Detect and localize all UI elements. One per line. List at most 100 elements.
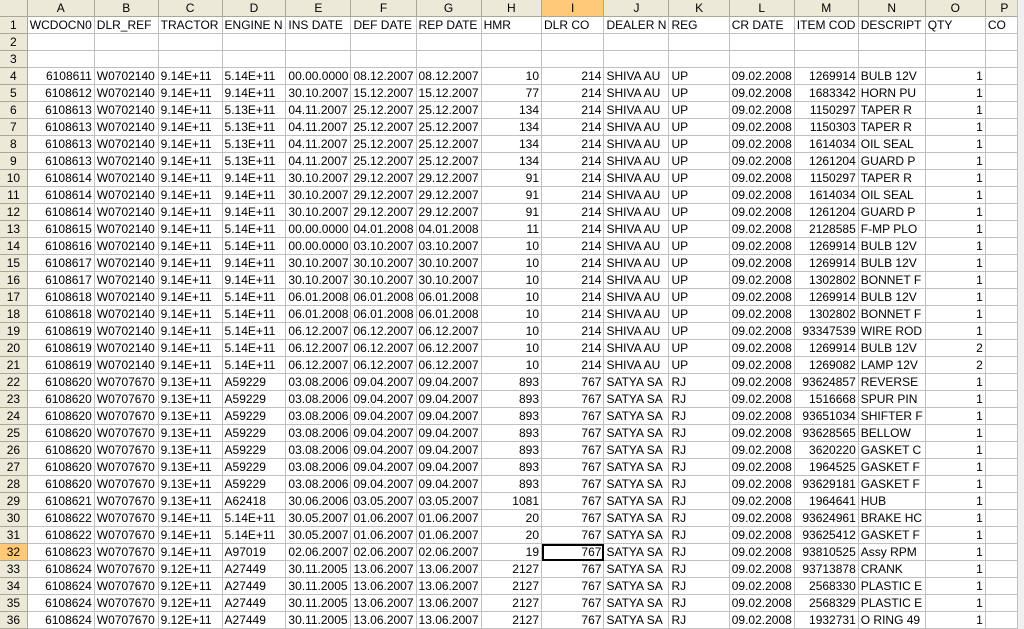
cell-a35[interactable]: 6108624 — [27, 594, 95, 612]
cell-j17[interactable]: SHIVA AU — [603, 288, 670, 306]
cell-k1[interactable]: REG — [668, 16, 730, 34]
cell-a16[interactable]: 6108617 — [27, 271, 95, 289]
cell-i8[interactable]: 214 — [541, 135, 605, 153]
cell-h33[interactable]: 2127 — [481, 560, 543, 578]
cell-a27[interactable]: 6108620 — [27, 458, 95, 476]
cell-k11[interactable]: UP — [668, 186, 730, 204]
row-header-15[interactable]: 15 — [0, 254, 28, 272]
cell-m19[interactable]: 93347539 — [794, 322, 859, 340]
cell-d12[interactable]: 9.14E+11 — [222, 203, 287, 221]
cell-k8[interactable]: UP — [668, 135, 730, 153]
cell-a22[interactable]: 6108620 — [27, 373, 95, 391]
cell-b9[interactable]: W0702140 — [94, 152, 159, 170]
cell-h4[interactable]: 10 — [481, 67, 543, 85]
cell-e20[interactable]: 06.12.2007 — [285, 339, 352, 357]
cell-m3[interactable] — [794, 50, 859, 68]
cell-k27[interactable]: RJ — [668, 458, 730, 476]
cell-e4[interactable]: 00.00.0000 — [285, 67, 352, 85]
cell-c21[interactable]: 9.14E+11 — [158, 356, 223, 374]
cell-h12[interactable]: 91 — [481, 203, 543, 221]
cell-n12[interactable]: GUARD P — [858, 203, 926, 221]
cell-n33[interactable]: CRANK — [858, 560, 926, 578]
cell-a29[interactable]: 6108621 — [27, 492, 95, 510]
cell-i32[interactable]: 767 — [541, 543, 605, 561]
cell-h29[interactable]: 1081 — [481, 492, 543, 510]
row-header-6[interactable]: 6 — [0, 101, 28, 119]
column-header-f[interactable]: F — [350, 0, 417, 17]
cell-m8[interactable]: 1614034 — [794, 135, 859, 153]
cell-h26[interactable]: 893 — [481, 441, 543, 459]
cell-f34[interactable]: 13.06.2007 — [350, 577, 417, 595]
cell-b34[interactable]: W0707670 — [94, 577, 159, 595]
cell-a13[interactable]: 6108615 — [27, 220, 95, 238]
cell-l11[interactable]: 09.02.2008 — [729, 186, 795, 204]
cell-f1[interactable]: DEF DATE — [350, 16, 417, 34]
cell-n6[interactable]: TAPER R — [858, 101, 926, 119]
cell-n27[interactable]: GASKET F — [858, 458, 926, 476]
cell-g27[interactable]: 09.04.2007 — [416, 458, 482, 476]
cell-c7[interactable]: 9.14E+11 — [158, 118, 223, 136]
cell-i21[interactable]: 214 — [541, 356, 605, 374]
cell-g11[interactable]: 29.12.2007 — [416, 186, 482, 204]
cell-l2[interactable] — [729, 33, 795, 51]
cell-f33[interactable]: 13.06.2007 — [350, 560, 417, 578]
cell-c24[interactable]: 9.13E+11 — [158, 407, 223, 425]
cell-n17[interactable]: BULB 12V — [858, 288, 926, 306]
cell-g21[interactable]: 06.12.2007 — [416, 356, 482, 374]
cell-d15[interactable]: 9.14E+11 — [222, 254, 287, 272]
cell-c1[interactable]: TRACTOR — [158, 16, 223, 34]
cell-m33[interactable]: 93713878 — [794, 560, 859, 578]
cell-b35[interactable]: W0707670 — [94, 594, 159, 612]
cell-d17[interactable]: 5.14E+11 — [222, 288, 287, 306]
cell-j4[interactable]: SHIVA AU — [603, 67, 670, 85]
cell-j5[interactable]: SHIVA AU — [603, 84, 670, 102]
column-header-n[interactable]: N — [858, 0, 926, 17]
cell-i26[interactable]: 767 — [541, 441, 605, 459]
cell-b6[interactable]: W0702140 — [94, 101, 159, 119]
cell-m27[interactable]: 1964525 — [794, 458, 859, 476]
cell-m14[interactable]: 1269914 — [794, 237, 859, 255]
cell-i17[interactable]: 214 — [541, 288, 605, 306]
cell-k32[interactable]: RJ — [668, 543, 730, 561]
cell-h31[interactable]: 20 — [481, 526, 543, 544]
cell-d35[interactable]: A27449 — [222, 594, 287, 612]
cell-i23[interactable]: 767 — [541, 390, 605, 408]
cell-l35[interactable]: 09.02.2008 — [729, 594, 795, 612]
cell-l30[interactable]: 09.02.2008 — [729, 509, 795, 527]
cell-d27[interactable]: A59229 — [222, 458, 287, 476]
cell-n3[interactable] — [858, 50, 926, 68]
cell-b28[interactable]: W0707670 — [94, 475, 159, 493]
cell-g31[interactable]: 01.06.2007 — [416, 526, 482, 544]
cell-d30[interactable]: 5.14E+11 — [222, 509, 287, 527]
row-header-12[interactable]: 12 — [0, 203, 28, 221]
cell-k28[interactable]: RJ — [668, 475, 730, 493]
row-header-2[interactable]: 2 — [0, 33, 28, 51]
cell-m22[interactable]: 93624857 — [794, 373, 859, 391]
cell-o29[interactable]: 1 — [925, 492, 986, 510]
cell-e10[interactable]: 30.10.2007 — [285, 169, 352, 187]
row-header-3[interactable]: 3 — [0, 50, 28, 68]
cell-j10[interactable]: SHIVA AU — [603, 169, 670, 187]
cell-i25[interactable]: 767 — [541, 424, 605, 442]
cell-c27[interactable]: 9.13E+11 — [158, 458, 223, 476]
cell-n11[interactable]: OIL SEAL — [858, 186, 926, 204]
cell-c26[interactable]: 9.13E+11 — [158, 441, 223, 459]
cell-c16[interactable]: 9.14E+11 — [158, 271, 223, 289]
cell-e34[interactable]: 30.11.2005 — [285, 577, 352, 595]
cell-e24[interactable]: 03.08.2006 — [285, 407, 352, 425]
cell-i16[interactable]: 214 — [541, 271, 605, 289]
cell-b32[interactable]: W0707670 — [94, 543, 159, 561]
cell-e27[interactable]: 03.08.2006 — [285, 458, 352, 476]
cell-d32[interactable]: A97019 — [222, 543, 287, 561]
cell-n13[interactable]: F-MP PLO — [858, 220, 926, 238]
cell-e13[interactable]: 00.00.0000 — [285, 220, 352, 238]
cell-m34[interactable]: 2568330 — [794, 577, 859, 595]
cell-l31[interactable]: 09.02.2008 — [729, 526, 795, 544]
column-header-d[interactable]: D — [222, 0, 287, 17]
cell-n34[interactable]: PLASTIC E — [858, 577, 926, 595]
cell-k23[interactable]: RJ — [668, 390, 730, 408]
cell-a19[interactable]: 6108619 — [27, 322, 95, 340]
cell-f25[interactable]: 09.04.2007 — [350, 424, 417, 442]
cell-j22[interactable]: SATYA SA — [603, 373, 670, 391]
cell-h7[interactable]: 134 — [481, 118, 543, 136]
